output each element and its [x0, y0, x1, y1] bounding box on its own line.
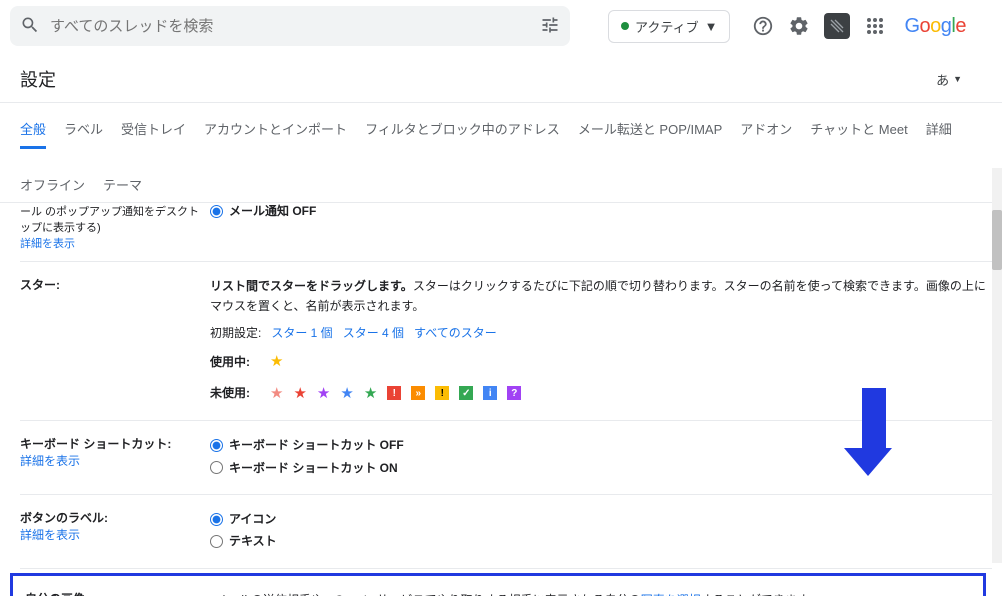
mail-notify-off-label[interactable]: メール通知 OFF — [229, 203, 316, 221]
status-chip[interactable]: アクティブ ▼ — [608, 10, 730, 43]
tab-9[interactable]: オフライン — [20, 167, 85, 202]
section-my-picture: 自分の画像: 詳細を表示 メールの送信相手や、Google サービスでやり取りす… — [25, 584, 971, 596]
square-marker-icon[interactable]: i — [483, 386, 497, 400]
learn-more-link[interactable]: 詳細を表示 — [20, 452, 200, 469]
buttonlabel-label-1[interactable]: テキスト — [229, 531, 277, 551]
app-header: アクティブ ▼ Google — [0, 0, 1002, 52]
star-icon[interactable]: ★ — [293, 381, 306, 407]
buttonlabel-radio-1[interactable] — [210, 535, 223, 548]
star-preset-link[interactable]: スター 1 個 — [271, 326, 332, 340]
tab-5[interactable]: メール転送と POP/IMAP — [578, 111, 722, 149]
search-icon — [20, 15, 40, 38]
tab-8[interactable]: 詳細 — [926, 111, 952, 149]
section-notifications-partial: ール のポップアップ通知をデスクト ップに表示する) 詳細を表示 メール通知 O… — [20, 203, 992, 262]
google-logo[interactable]: Google — [904, 15, 966, 38]
learn-more-link[interactable]: 詳細を表示 — [20, 235, 200, 251]
chevron-down-icon: ▼ — [705, 19, 718, 34]
tab-0[interactable]: 全般 — [20, 111, 46, 149]
square-marker-icon[interactable]: ✓ — [459, 386, 473, 400]
tab-3[interactable]: アカウントとインポート — [204, 111, 347, 149]
keyboard-label-0[interactable]: キーボード ショートカット OFF — [229, 435, 404, 455]
status-dot-icon — [621, 22, 629, 30]
language-selector[interactable]: あ ▼ — [936, 70, 962, 89]
keyboard-radio-1[interactable] — [210, 461, 223, 474]
tab-6[interactable]: アドオン — [740, 111, 792, 149]
square-marker-icon[interactable]: ! — [435, 386, 449, 400]
star-icon[interactable]: ★ — [317, 381, 330, 407]
tab-7[interactable]: チャットと Meet — [810, 111, 907, 149]
tab-2[interactable]: 受信トレイ — [121, 111, 186, 149]
settings-icon[interactable] — [788, 15, 810, 37]
star-preset-link[interactable]: スター 4 個 — [343, 326, 404, 340]
header-icons — [752, 13, 886, 39]
title-bar: 設定 あ ▼ — [0, 52, 1002, 103]
section-stars: スター: リスト間でスターをドラッグします。スターはクリックするたびに下記の順で… — [20, 262, 992, 421]
star-icon[interactable]: ★ — [364, 381, 377, 407]
square-marker-icon[interactable]: ? — [507, 386, 521, 400]
section-button-labels: ボタンのラベル: 詳細を表示 アイコンテキスト — [20, 495, 992, 569]
mail-notify-off-radio[interactable] — [210, 205, 223, 218]
page-title: 設定 — [20, 66, 56, 92]
buttonlabel-radio-0[interactable] — [210, 513, 223, 526]
scrollbar-thumb[interactable] — [992, 210, 1002, 270]
settings-tabs: 全般ラベル受信トレイアカウントとインポートフィルタとブロック中のアドレスメール転… — [0, 103, 1002, 203]
learn-more-link[interactable]: 詳細を表示 — [20, 526, 200, 543]
search-input[interactable] — [50, 18, 540, 35]
settings-content: ール のポップアップ通知をデスクト ップに表示する) 詳細を表示 メール通知 O… — [0, 203, 1002, 596]
help-icon[interactable] — [752, 15, 774, 37]
star-preset-link[interactable]: すべてのスター — [414, 326, 497, 340]
square-marker-icon[interactable]: ! — [387, 386, 401, 400]
bard-icon[interactable] — [824, 13, 850, 39]
section-keyboard-shortcuts: キーボード ショートカット: 詳細を表示 キーボード ショートカット OFFキー… — [20, 421, 992, 495]
search-box[interactable] — [10, 6, 570, 46]
square-marker-icon[interactable]: » — [411, 386, 425, 400]
tab-4[interactable]: フィルタとブロック中のアドレス — [365, 111, 560, 149]
keyboard-label-1[interactable]: キーボード ショートカット ON — [229, 458, 398, 478]
tab-10[interactable]: テーマ — [103, 167, 142, 202]
highlight-annotation: 自分の画像: 詳細を表示 メールの送信相手や、Google サービスでやり取りす… — [10, 573, 986, 596]
star-icon[interactable]: ★ — [270, 349, 283, 375]
apps-icon[interactable] — [864, 15, 886, 37]
buttonlabel-label-0[interactable]: アイコン — [229, 509, 276, 529]
star-icon[interactable]: ★ — [340, 381, 353, 407]
keyboard-radio-0[interactable] — [210, 439, 223, 452]
chevron-down-icon: ▼ — [953, 74, 962, 84]
tune-icon[interactable] — [540, 15, 560, 38]
tab-1[interactable]: ラベル — [64, 111, 103, 149]
star-icon[interactable]: ★ — [270, 381, 283, 407]
status-label: アクティブ — [635, 17, 699, 36]
